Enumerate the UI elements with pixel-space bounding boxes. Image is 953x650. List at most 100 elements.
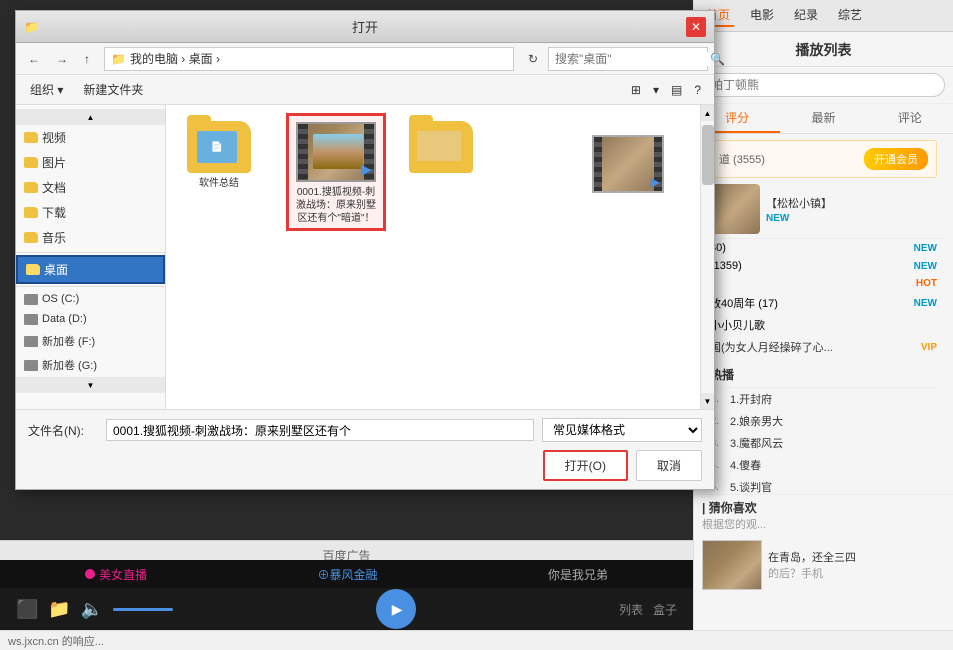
hot-item-2[interactable]: 2. 2.娘亲男大 xyxy=(710,410,937,432)
box-btn[interactable]: 盒子 xyxy=(653,601,677,618)
bottom-thumb-text: 在青岛，还全三四 的后？手机 xyxy=(768,549,856,581)
playlist-title: 播放列表 xyxy=(694,32,953,67)
forward-button[interactable]: → xyxy=(50,50,74,68)
filename-row: 文件名(N): 常见媒体格式 xyxy=(28,418,702,442)
view-details-button[interactable]: ▾ xyxy=(648,80,664,100)
new-badge: NEW xyxy=(766,213,789,224)
breadcrumb[interactable]: 📁 我的电脑 › 桌面 › xyxy=(104,47,514,71)
hot-item-3[interactable]: 3. 3.魔都风云 xyxy=(710,432,937,454)
hot-title-2: 2.娘亲男大 xyxy=(730,413,783,429)
folder-icon-breadcrumb: 📁 xyxy=(111,52,126,66)
sidebar-search xyxy=(694,67,953,104)
file-item-video1[interactable]: ▶ 0001.搜狐视频-刺激战场：原来别墅区还有个"暗道"！难道里... xyxy=(286,113,386,231)
help-button[interactable]: ? xyxy=(689,80,706,100)
tab-newest[interactable]: 最新 xyxy=(780,104,866,133)
play-main-button[interactable] xyxy=(376,589,416,629)
new-folder-button[interactable]: 新建文件夹 xyxy=(77,79,149,100)
folder2-icon xyxy=(409,121,473,173)
friend-text: 你是我兄弟 xyxy=(548,566,608,583)
filetype-select[interactable]: 常见媒体格式 xyxy=(542,418,702,442)
sidebar-drive-c[interactable]: OS (C:) xyxy=(16,289,165,309)
file-dialog: 📁 打开 ✕ ← → ↑ 📁 我的电脑 › 桌面 › ↻ 🔍 组织 ▾ 新建文件… xyxy=(15,10,715,490)
score-label-4: 放40周年 (17) xyxy=(710,295,778,311)
sidebar-folder-desktop[interactable]: 桌面 xyxy=(16,255,165,284)
sidebar-folder-music[interactable]: 音乐 xyxy=(16,225,165,250)
vip-row: 道 (3555) 开通会员 xyxy=(710,140,937,178)
friend-label: 你是我兄弟 xyxy=(548,568,608,582)
hot-item-1[interactable]: 1. 1.开封府 xyxy=(710,388,937,410)
sidebar-folder-doc[interactable]: 文档 xyxy=(16,175,165,200)
dialog-main: ▲ ▼ 📄 软件总结 xyxy=(166,105,714,409)
sidebar-folder-video[interactable]: 视频 xyxy=(16,125,165,150)
hot-item-5[interactable]: 5. 5.谈判官 xyxy=(710,476,937,494)
nav-variety[interactable]: 综艺 xyxy=(834,4,866,27)
film-strip-left xyxy=(298,124,308,180)
score-label-6: 国(为女人月经操碎了心... xyxy=(710,339,833,355)
scroll-up[interactable]: ▲ xyxy=(16,109,165,125)
score-row-3: HOT xyxy=(702,275,945,292)
breadcrumb-text: 我的电脑 › 桌面 › xyxy=(130,50,220,67)
volume-bar[interactable] xyxy=(113,608,173,611)
open-button[interactable]: 打开(O) xyxy=(543,450,628,481)
scrollbar-thumb[interactable] xyxy=(702,125,714,185)
file-item-folder2[interactable] xyxy=(396,113,486,185)
refresh-button[interactable]: ↻ xyxy=(522,50,544,68)
sidebar-folder-picture[interactable]: 图片 xyxy=(16,150,165,175)
new-folder-label: 新建文件夹 xyxy=(83,83,143,97)
cancel-button[interactable]: 取消 xyxy=(636,450,702,481)
video-arrow-2: ▶ xyxy=(651,175,660,189)
volume-button[interactable]: 🔈 xyxy=(81,599,103,620)
nav-documentary[interactable]: 纪录 xyxy=(790,4,822,27)
folder-icon-picture xyxy=(24,157,38,168)
folder-icon-doc xyxy=(24,182,38,193)
search-input-dialog[interactable] xyxy=(555,52,710,66)
sidebar-drive-g[interactable]: 新加卷 (G:) xyxy=(16,353,165,377)
scroll-down[interactable]: ▼ xyxy=(16,377,165,393)
up-button[interactable]: ↑ xyxy=(78,50,96,68)
score-row-6: 国(为女人月经操碎了心... VIP xyxy=(702,336,945,358)
score-row-1: 30) NEW xyxy=(702,239,945,257)
dialog-footer: 文件名(N): 常见媒体格式 打开(O) 取消 xyxy=(16,409,714,489)
view-list-button[interactable]: ▤ xyxy=(666,80,687,100)
drive-icon-c xyxy=(24,294,38,305)
sidebar-folder-download[interactable]: 下载 xyxy=(16,200,165,225)
finance-btn[interactable]: ⊕暴风金融 xyxy=(317,566,377,583)
hot-badge-1: HOT xyxy=(916,278,937,289)
file-item-rjzj[interactable]: 📄 软件总结 xyxy=(174,113,264,231)
list-btn[interactable]: 列表 xyxy=(619,601,643,618)
hot-play-list: 1. 1.开封府 2. 2.娘亲男大 3. 3.魔都风云 4. 4.傻春 5. xyxy=(710,388,937,494)
view-grid-button[interactable]: ⊞ xyxy=(626,80,646,100)
live-btn[interactable]: 美女直播 xyxy=(85,566,147,583)
thumb-title-1: 【松松小镇】 xyxy=(766,195,937,211)
nav-movies[interactable]: 电影 xyxy=(746,4,778,27)
filename-input[interactable] xyxy=(106,419,534,441)
sidebar-drive-f[interactable]: 新加卷 (F:) xyxy=(16,329,165,353)
hot-play-section: 热播 1. 1.开封府 2. 2.娘亲男大 3. 3.魔都风云 4. 4.傻春 xyxy=(702,358,945,494)
scrollbar-vertical[interactable]: ▲ ▼ xyxy=(700,105,714,409)
live-dot-icon xyxy=(85,569,95,579)
prev-button[interactable]: ⬛ xyxy=(16,599,38,620)
folder2-inner xyxy=(417,131,461,161)
scrollbar-up-btn[interactable]: ▲ xyxy=(701,105,714,121)
filename-label: 文件名(N): xyxy=(28,422,98,439)
dialog-close-button[interactable]: ✕ xyxy=(686,17,706,37)
file-label-rjzj: 软件总结 xyxy=(199,177,239,190)
hot-title-5: 5.谈判官 xyxy=(730,479,772,494)
bottom-thumb[interactable]: 在青岛，还全三四 的后？手机 xyxy=(694,536,953,594)
thumb-card-1[interactable]: 【松松小镇】 NEW xyxy=(702,180,945,239)
folder-icon-download xyxy=(24,207,38,218)
file-item-video2[interactable]: ▶ xyxy=(592,135,664,193)
sidebar-drive-d[interactable]: Data (D:) xyxy=(16,309,165,329)
hot-item-4[interactable]: 4. 4.傻春 xyxy=(710,454,937,476)
folder-button[interactable]: 📁 xyxy=(48,599,70,620)
sidebar-sep-2 xyxy=(16,286,165,287)
dialog-toolbar: ← → ↑ 📁 我的电脑 › 桌面 › ↻ 🔍 xyxy=(16,43,714,75)
organize-button[interactable]: 组织 ▾ xyxy=(24,79,69,100)
back-button[interactable]: ← xyxy=(22,50,46,68)
vip-button[interactable]: 开通会员 xyxy=(864,148,928,170)
tab-review[interactable]: 评论 xyxy=(867,104,953,133)
drive-icon-g xyxy=(24,360,38,371)
scrollbar-down-btn[interactable]: ▼ xyxy=(701,393,714,409)
search-input[interactable] xyxy=(702,73,945,97)
search-bar: 🔍 xyxy=(548,47,708,71)
